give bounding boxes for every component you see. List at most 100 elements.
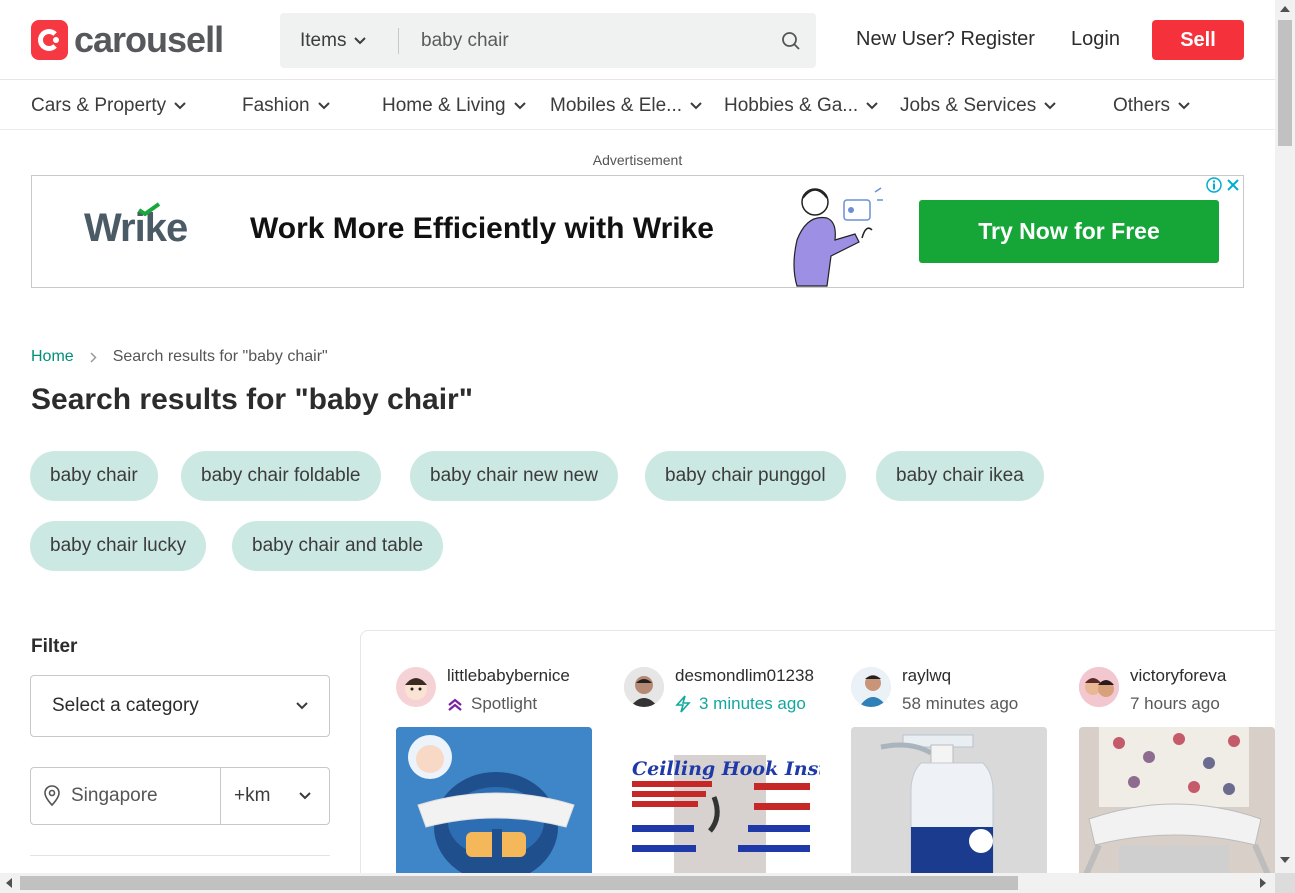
person-illustration-icon xyxy=(793,187,883,287)
suggestion-chip[interactable]: baby chair foldable xyxy=(181,451,381,501)
suggestion-chip[interactable]: baby chair new new xyxy=(410,451,618,501)
category-nav: Cars & Property Fashion Home & Living Mo… xyxy=(0,80,1275,130)
category-select-label: Select a category xyxy=(52,695,199,716)
filter-title: Filter xyxy=(31,636,78,657)
logo-text: carousell xyxy=(74,19,224,60)
svg-text:Ceilling Hook Install: Ceilling Hook Install xyxy=(632,758,820,780)
chevron-down-icon xyxy=(1044,102,1056,110)
category-label: Home & Living xyxy=(382,95,506,116)
category-fashion[interactable]: Fashion xyxy=(242,95,330,117)
category-label: Cars & Property xyxy=(31,95,167,116)
breadcrumb-home-link[interactable]: Home xyxy=(31,348,74,366)
scroll-down-arrow-icon[interactable] xyxy=(1280,857,1290,863)
distance-value: +km xyxy=(234,785,271,806)
listing-meta-text: 3 minutes ago xyxy=(699,694,806,713)
chevron-down-icon xyxy=(513,102,526,110)
advertisement-banner[interactable]: Wrike Work More Efficiently with Wrike T… xyxy=(31,175,1244,288)
scroll-left-arrow-icon[interactable] xyxy=(6,878,12,888)
ad-headline: Work More Efficiently with Wrike xyxy=(250,212,714,245)
breadcrumb: Home Search results for "baby chair" xyxy=(31,348,328,366)
distance-dropdown[interactable]: +km xyxy=(221,768,329,824)
seller-username[interactable]: victoryforeva xyxy=(1130,666,1226,686)
listing-meta-text: 7 hours ago xyxy=(1130,694,1220,713)
chevron-down-icon xyxy=(174,102,186,110)
category-home-living[interactable]: Home & Living xyxy=(382,95,526,117)
spotlight-icon xyxy=(448,698,462,711)
search-icon xyxy=(782,31,800,50)
listing-image[interactable]: Ceilling Hook Install xyxy=(624,727,820,877)
listing-image[interactable] xyxy=(1079,727,1275,877)
seller-username[interactable]: raylwq xyxy=(902,666,951,686)
listing-meta-text: 58 minutes ago xyxy=(902,694,1019,713)
listing-meta: 58 minutes ago xyxy=(902,694,1018,714)
location-input[interactable]: Singapore xyxy=(31,768,221,824)
search-category-dropdown[interactable]: Items xyxy=(280,30,398,52)
vertical-scroll-thumb[interactable] xyxy=(1278,20,1292,146)
carousell-logo[interactable]: carousell xyxy=(31,19,224,60)
search-category-label: Items xyxy=(300,29,347,51)
scroll-up-arrow-icon[interactable] xyxy=(1280,6,1290,12)
location-pin-icon xyxy=(44,785,60,807)
category-label: Fashion xyxy=(242,95,310,116)
category-select[interactable]: Select a category xyxy=(30,675,330,737)
seller-username[interactable]: desmondlim01238 xyxy=(675,666,814,686)
sell-button[interactable]: Sell xyxy=(1152,20,1244,60)
search-bar: Items xyxy=(280,13,816,68)
search-button[interactable] xyxy=(766,13,816,68)
ad-brand-logo: Wrike xyxy=(84,206,188,250)
chevron-down-icon xyxy=(1178,102,1190,110)
suggestion-chip[interactable]: baby chair xyxy=(30,451,158,501)
category-label: Others xyxy=(1113,95,1171,116)
seller-username[interactable]: littlebabybernice xyxy=(447,666,570,686)
listing-image[interactable] xyxy=(851,727,1047,877)
seller-avatar[interactable] xyxy=(624,667,664,707)
listing-meta: Spotlight xyxy=(447,694,537,714)
category-jobs-services[interactable]: Jobs & Services xyxy=(900,95,1056,117)
listing-meta: 7 hours ago xyxy=(1130,694,1220,714)
chevron-down-icon xyxy=(299,792,311,800)
login-link[interactable]: Login xyxy=(1071,28,1120,51)
breadcrumb-current: Search results for "baby chair" xyxy=(112,348,328,365)
category-others[interactable]: Others xyxy=(1113,95,1190,117)
chevron-down-icon xyxy=(866,102,878,110)
close-icon[interactable] xyxy=(1224,176,1242,194)
category-label: Mobiles & Ele... xyxy=(550,95,682,116)
chevron-down-icon xyxy=(296,702,308,710)
location-filter: Singapore +km xyxy=(30,767,330,825)
horizontal-scrollbar[interactable] xyxy=(0,873,1275,893)
seller-avatar[interactable] xyxy=(396,667,436,707)
carousell-logo-icon xyxy=(31,20,68,60)
register-link[interactable]: New User? Register xyxy=(856,28,1035,51)
search-input[interactable] xyxy=(399,13,766,68)
advertisement-label: Advertisement xyxy=(592,152,683,168)
suggestion-chip[interactable]: baby chair ikea xyxy=(876,451,1044,501)
category-hobbies-games[interactable]: Hobbies & Ga... xyxy=(724,95,878,117)
info-icon[interactable] xyxy=(1205,176,1223,194)
vertical-scrollbar[interactable] xyxy=(1275,0,1295,873)
listing-image[interactable] xyxy=(396,727,592,877)
filter-divider xyxy=(30,855,330,856)
chevron-down-icon xyxy=(690,102,702,110)
suggestion-chip[interactable]: baby chair and table xyxy=(232,521,444,571)
listing-meta-text: Spotlight xyxy=(471,694,538,713)
suggestion-chip[interactable]: baby chair punggol xyxy=(645,451,846,501)
seller-avatar[interactable] xyxy=(1079,667,1119,707)
page-title: Search results for "baby chair" xyxy=(31,383,473,416)
chevron-down-icon xyxy=(354,36,367,44)
category-cars-property[interactable]: Cars & Property xyxy=(31,95,186,117)
category-label: Hobbies & Ga... xyxy=(724,95,859,116)
suggestion-chip[interactable]: baby chair lucky xyxy=(30,521,207,571)
category-label: Jobs & Services xyxy=(900,95,1037,116)
listing-meta: 3 minutes ago xyxy=(675,694,806,714)
horizontal-scroll-thumb[interactable] xyxy=(20,876,1018,890)
ad-cta-button[interactable]: Try Now for Free xyxy=(919,200,1219,263)
chevron-down-icon xyxy=(317,102,330,110)
seller-avatar[interactable] xyxy=(851,667,891,707)
scroll-right-arrow-icon[interactable] xyxy=(1260,878,1266,888)
scrollbar-corner xyxy=(1275,873,1295,893)
category-mobiles-electronics[interactable]: Mobiles & Ele... xyxy=(550,95,702,117)
listings-panel: littlebabybernice Spotlight desmondlim01… xyxy=(360,630,1290,893)
top-header: carousell Items New User? Register Login… xyxy=(0,0,1275,80)
location-value: Singapore xyxy=(71,785,158,806)
checkmark-icon xyxy=(137,202,161,216)
